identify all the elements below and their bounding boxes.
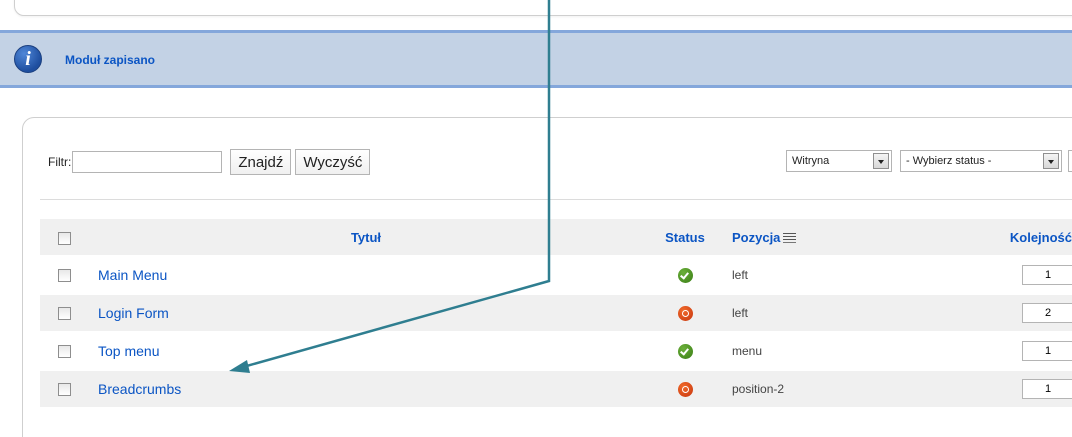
chevron-down-icon xyxy=(1043,153,1059,169)
info-icon: i xyxy=(14,45,42,73)
header-order[interactable]: Kolejność xyxy=(982,219,1072,255)
published-icon[interactable] xyxy=(677,267,693,283)
header-status-label: Status xyxy=(665,229,705,245)
module-position: left xyxy=(732,268,749,282)
row-checkbox[interactable] xyxy=(57,383,71,397)
status-select[interactable]: - Wybierz status - xyxy=(900,150,1062,172)
module-position: position-2 xyxy=(732,382,785,396)
unpublished-icon[interactable] xyxy=(677,305,693,321)
clear-button[interactable]: Wyczyść xyxy=(295,149,371,175)
module-position: menu xyxy=(732,344,763,358)
site-select-value: Witryna xyxy=(792,155,830,167)
module-title-link[interactable]: Main Menu xyxy=(88,267,167,283)
row-checkbox[interactable] xyxy=(57,345,71,359)
message-text: Moduł zapisano xyxy=(65,53,155,67)
site-select[interactable]: Witryna xyxy=(786,150,892,172)
unpublished-icon[interactable] xyxy=(677,381,693,397)
find-button[interactable]: Znajdź xyxy=(230,149,292,175)
table-row: Breadcrumbs position-2 xyxy=(40,371,1072,407)
order-input[interactable] xyxy=(1022,303,1072,323)
module-title-link[interactable]: Login Form xyxy=(88,305,169,321)
header-title-label: Tytuł xyxy=(350,229,382,245)
header-check-cell xyxy=(40,219,88,255)
top-panel xyxy=(14,0,1072,16)
table-row: Login Form left xyxy=(40,295,1072,331)
header-status[interactable]: Status xyxy=(644,219,726,255)
system-message: i Moduł zapisano xyxy=(0,30,1072,88)
filter-bar: Filtr: Znajdź Wyczyść xyxy=(48,148,371,176)
table-row: Main Menu left xyxy=(40,257,1072,293)
module-position: left xyxy=(732,306,749,320)
module-title-link[interactable]: Top menu xyxy=(88,343,159,359)
more-select[interactable] xyxy=(1068,150,1072,172)
filter-label: Filtr: xyxy=(48,155,72,169)
order-input[interactable] xyxy=(1022,265,1072,285)
modules-table: Tytuł Status Pozycja Kolejność Main Menu… xyxy=(40,217,1072,409)
chevron-down-icon xyxy=(873,153,889,169)
row-checkbox[interactable] xyxy=(57,269,71,283)
row-checkbox[interactable] xyxy=(57,307,71,321)
order-input[interactable] xyxy=(1022,341,1072,361)
sort-icon xyxy=(783,233,797,244)
table-header-row: Tytuł Status Pozycja Kolejność xyxy=(40,219,1072,255)
header-position[interactable]: Pozycja xyxy=(726,219,982,255)
order-input[interactable] xyxy=(1022,379,1072,399)
filter-input[interactable] xyxy=(72,151,223,173)
status-select-value: - Wybierz status - xyxy=(906,155,992,167)
divider xyxy=(40,199,1072,200)
header-position-label: Pozycja xyxy=(732,229,781,245)
header-order-label: Kolejność xyxy=(1009,229,1072,245)
module-title-link[interactable]: Breadcrumbs xyxy=(88,381,181,397)
header-title[interactable]: Tytuł xyxy=(88,219,644,255)
select-all-checkbox[interactable] xyxy=(57,231,71,245)
table-row: Top menu menu xyxy=(40,333,1072,369)
published-icon[interactable] xyxy=(677,343,693,359)
